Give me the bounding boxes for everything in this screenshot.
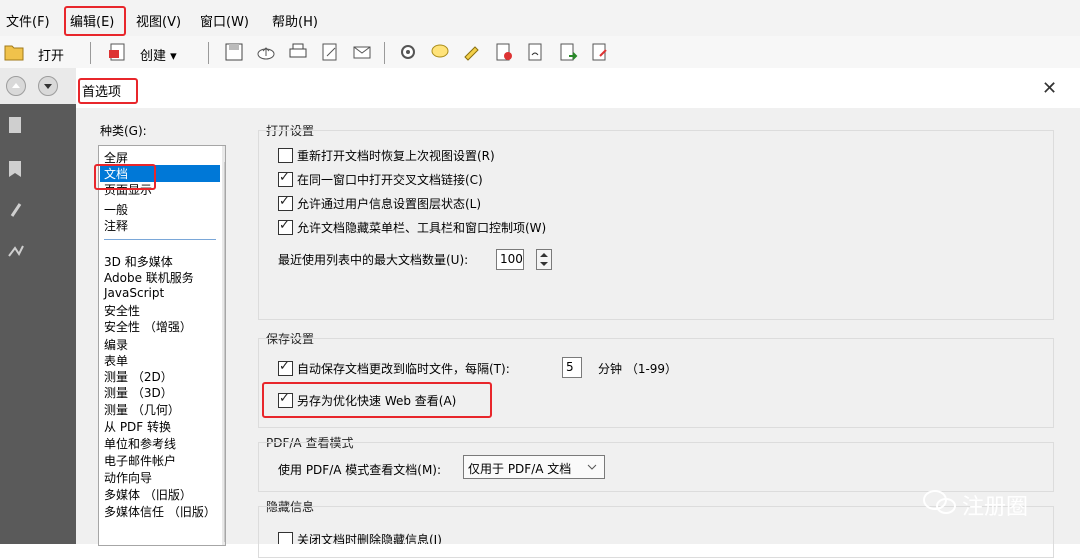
pdfa-label: 使用 PDF/A 模式查看文档(M): [278, 463, 442, 477]
recent-docs-input[interactable]: 100 [496, 249, 524, 270]
scrollbar-thumb[interactable] [224, 162, 225, 542]
upload-cloud-icon[interactable] [256, 42, 276, 62]
category-item[interactable]: 安全性 （增强） [104, 318, 192, 335]
highlight-edit-menu [64, 6, 126, 36]
layer-state-label: 允许通过用户信息设置图层状态(L) [297, 197, 482, 211]
category-item[interactable]: 测量 （3D） [104, 384, 173, 401]
remove-hidden-info-row[interactable]: 关闭文档时删除隐藏信息(I) [278, 531, 442, 544]
pdfa-select[interactable]: 仅用于 PDF/A 文档 [463, 455, 605, 479]
cross-link-row[interactable]: ✓ 在同一窗口中打开交叉文档链接(C) [278, 170, 483, 189]
recent-docs-stepper[interactable] [536, 249, 552, 270]
autosave-interval-input[interactable]: 5 [562, 357, 582, 378]
category-item[interactable]: 多媒体信任 （旧版） [104, 503, 216, 520]
watermark-text: 注册圈 [962, 495, 1029, 520]
toolbar-separator [384, 42, 385, 64]
menu-help[interactable]: 帮助(H) [272, 11, 318, 30]
create-button[interactable]: 创建 ▾ [140, 45, 177, 64]
menu-view[interactable]: 视图(V) [136, 11, 181, 30]
open-button[interactable]: 打开 [38, 45, 64, 64]
category-item[interactable]: 安全性 [104, 302, 140, 319]
layer-state-checkbox[interactable]: ✓ [278, 194, 293, 211]
categories-label: 种类(G): [100, 124, 147, 138]
category-item[interactable]: 编录 [104, 336, 128, 353]
category-item[interactable]: 3D 和多媒体 [104, 253, 173, 270]
autosave-row[interactable]: ✓ 自动保存文档更改到临时文件，每隔(T): [278, 359, 510, 378]
autosave-interval-value: 5 [566, 360, 574, 374]
save-icon[interactable] [224, 42, 244, 62]
autosave-label: 自动保存文档更改到临时文件，每隔(T): [297, 362, 510, 376]
folder-open-icon[interactable] [4, 42, 24, 62]
toolbar: 打开 创建 ▾ [0, 36, 1080, 69]
category-scrollbar[interactable] [222, 146, 225, 545]
gear-icon[interactable] [398, 42, 418, 62]
previous-page-button[interactable] [6, 76, 26, 96]
hide-menubar-label: 允许文档隐藏菜单栏、工具栏和窗口控制项(W) [297, 221, 547, 235]
category-divider [104, 239, 216, 240]
layer-state-row[interactable]: ✓ 允许通过用户信息设置图层状态(L) [278, 194, 482, 213]
category-list[interactable]: 全屏 文档 页面显示 一般 注释 3D 和多媒体 Adobe 联机服务 Java… [98, 145, 226, 546]
email-icon[interactable] [352, 42, 372, 62]
category-item[interactable]: Adobe 联机服务 [104, 269, 194, 286]
chevron-down-icon[interactable] [586, 461, 598, 476]
pdfa-select-value: 仅用于 PDF/A 文档 [468, 462, 572, 476]
category-item[interactable]: JavaScript [104, 286, 164, 300]
restore-view-checkbox[interactable] [278, 148, 293, 163]
restore-view-setting-row[interactable]: 重新打开文档时恢复上次视图设置(R) [278, 147, 495, 165]
print-icon[interactable] [288, 42, 308, 62]
category-item[interactable]: 动作向导 [104, 469, 152, 486]
highlight-document-category [94, 164, 156, 190]
pages-icon[interactable] [8, 116, 24, 139]
menu-bar: 文件(F) 编辑(E) 视图(V) 窗口(W) 帮助(H) [0, 0, 1080, 36]
category-item[interactable]: 多媒体 （旧版） [104, 486, 192, 503]
highlight-dialog-title [78, 78, 138, 104]
restore-view-label: 重新打开文档时恢复上次视图设置(R) [297, 149, 495, 163]
secure-document-icon[interactable] [494, 42, 514, 62]
hide-menubar-row[interactable]: ✓ 允许文档隐藏菜单栏、工具栏和窗口控制项(W) [278, 218, 547, 237]
page-navigation-strip [0, 68, 76, 104]
export-document-icon[interactable] [558, 42, 578, 62]
next-page-button[interactable] [38, 76, 58, 96]
cross-link-label: 在同一窗口中打开交叉文档链接(C) [297, 173, 483, 187]
bookmark-icon[interactable] [8, 160, 24, 183]
edit-document-icon[interactable] [320, 42, 340, 62]
attachment-icon[interactable] [8, 200, 24, 223]
sign-document-icon[interactable] [526, 42, 546, 62]
comment-icon[interactable] [430, 42, 450, 62]
category-item[interactable]: 表单 [104, 352, 128, 369]
category-item[interactable]: 电子邮件帐户 [104, 452, 176, 469]
remove-hidden-info-checkbox[interactable] [278, 532, 293, 544]
category-item[interactable]: 一般 [104, 201, 128, 218]
toolbar-separator [208, 42, 209, 64]
close-icon[interactable]: ✕ [1042, 78, 1057, 99]
toolbar-separator [90, 42, 91, 64]
menu-file[interactable]: 文件(F) [6, 11, 50, 30]
preferences-dialog: 首选项 ✕ 种类(G): 全屏 文档 页面显示 一般 注释 3D 和多媒体 Ad… [76, 68, 1080, 558]
remove-hidden-info-label: 关闭文档时删除隐藏信息(I) [297, 533, 442, 544]
autosave-checkbox[interactable]: ✓ [278, 359, 293, 376]
recent-docs-label: 最近使用列表中的最大文档数量(U): [278, 253, 469, 267]
dialog-titlebar: 首选项 ✕ [76, 68, 1080, 108]
signature-icon[interactable] [8, 242, 24, 265]
create-pdf-icon[interactable] [108, 42, 128, 62]
category-item[interactable]: 注释 [104, 217, 128, 234]
wechat-logo-icon [922, 488, 958, 519]
left-navigation-panel [0, 68, 76, 544]
menu-window[interactable]: 窗口(W) [200, 11, 249, 30]
highlight-fast-web-view [262, 382, 492, 418]
category-item[interactable]: 从 PDF 转换 [104, 418, 171, 435]
highlight-icon[interactable] [462, 42, 482, 62]
cross-link-checkbox[interactable]: ✓ [278, 170, 293, 187]
category-item[interactable]: 测量 （2D） [104, 368, 173, 385]
hide-menubar-checkbox[interactable]: ✓ [278, 218, 293, 235]
category-item[interactable]: 单位和参考线 [104, 435, 176, 452]
form-document-icon[interactable] [590, 42, 610, 62]
category-item[interactable]: 测量 （几何） [104, 401, 180, 418]
autosave-unit: 分钟 （1-99） [598, 362, 678, 376]
recent-docs-value: 100 [500, 252, 523, 266]
